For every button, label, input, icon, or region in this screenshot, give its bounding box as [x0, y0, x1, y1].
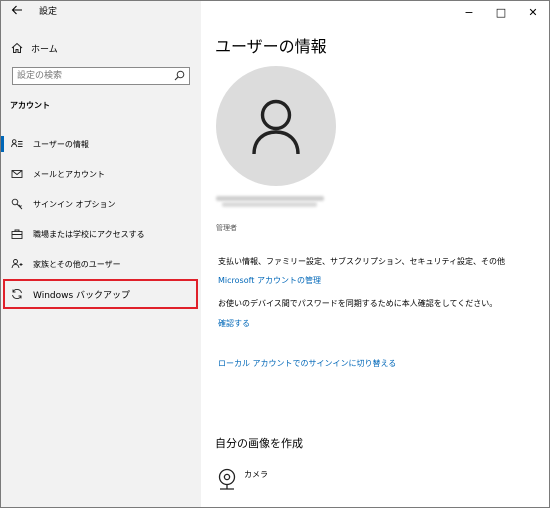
- search-icon: [174, 70, 185, 81]
- sidebar-item-label: 職場または学校にアクセスする: [33, 229, 145, 239]
- sidebar-item-windows-backup[interactable]: Windows バックアップ: [3, 279, 198, 309]
- maximize-icon: □: [495, 5, 507, 19]
- app-title: 設定: [39, 7, 58, 17]
- manage-microsoft-account-link[interactable]: Microsoft アカウントの管理: [218, 275, 321, 286]
- avatar: [216, 66, 336, 186]
- account-role: 管理者: [216, 224, 237, 232]
- mail-icon: [10, 167, 24, 181]
- page-title: ユーザーの情報: [215, 37, 327, 56]
- briefcase-icon: [10, 227, 24, 241]
- close-button[interactable]: ✕: [517, 1, 549, 23]
- create-picture-title: 自分の画像を作成: [215, 437, 303, 450]
- sidebar-item-home[interactable]: ホーム: [1, 38, 201, 58]
- verify-info-text: お使いのデバイス間でパスワードを同期するために本人確認をしてください。: [218, 299, 498, 308]
- sidebar-item-label: メールとアカウント: [33, 169, 105, 179]
- home-icon: [10, 41, 24, 55]
- sidebar-item-your-info[interactable]: ユーザーの情報: [1, 129, 201, 159]
- minimize-button[interactable]: −: [453, 1, 485, 23]
- back-button[interactable]: [9, 4, 25, 20]
- user-silhouette-icon: [252, 99, 300, 155]
- camera-label: カメラ: [244, 469, 268, 479]
- switch-to-local-account-link[interactable]: ローカル アカウントでのサインインに切り替える: [218, 358, 396, 369]
- people-icon: [10, 257, 24, 271]
- settings-window: 設定 ホーム アカウント ユーザーの情報 メール: [0, 0, 550, 508]
- camera-option[interactable]: カメラ: [216, 468, 268, 490]
- sidebar-item-label: Windows バックアップ: [33, 290, 131, 301]
- user-info-icon: [10, 137, 24, 151]
- sidebar-nav: ユーザーの情報 メールとアカウント サインイン オプション 職場または学校にアク…: [1, 129, 201, 309]
- window-controls: − □ ✕: [453, 1, 549, 23]
- webcam-icon: [218, 468, 236, 490]
- home-label: ホーム: [31, 44, 58, 55]
- close-icon: ✕: [528, 5, 538, 19]
- key-icon: [10, 197, 24, 211]
- back-arrow-icon: [11, 5, 22, 15]
- sidebar-item-sign-in-options[interactable]: サインイン オプション: [1, 189, 201, 219]
- title-bar: 設定: [1, 1, 201, 23]
- sync-icon: [10, 287, 24, 301]
- verify-link[interactable]: 確認する: [218, 318, 250, 329]
- sidebar-item-label: 家族とその他のユーザー: [33, 259, 121, 269]
- sidebar-item-email-accounts[interactable]: メールとアカウント: [1, 159, 201, 189]
- search-input[interactable]: [17, 68, 167, 84]
- sidebar-item-access-work-school[interactable]: 職場または学校にアクセスする: [1, 219, 201, 249]
- sidebar-item-label: サインイン オプション: [33, 199, 116, 209]
- billing-info-text: 支払い情報、ファミリー設定、サブスクリプション、セキュリティ設定、その他: [218, 257, 506, 266]
- sidebar-item-family-other-users[interactable]: 家族とその他のユーザー: [1, 249, 201, 279]
- minimize-icon: −: [464, 5, 474, 19]
- search-box[interactable]: [12, 67, 190, 85]
- sidebar: 設定 ホーム アカウント ユーザーの情報 メール: [1, 1, 201, 507]
- sidebar-item-label: ユーザーの情報: [33, 139, 89, 149]
- section-title-accounts: アカウント: [10, 101, 50, 110]
- main-content: − □ ✕ ユーザーの情報 管理者 支払い情報、ファミリー設定、サブスクリプショ…: [201, 1, 549, 507]
- account-name-redacted: [216, 195, 324, 207]
- maximize-button[interactable]: □: [485, 1, 517, 23]
